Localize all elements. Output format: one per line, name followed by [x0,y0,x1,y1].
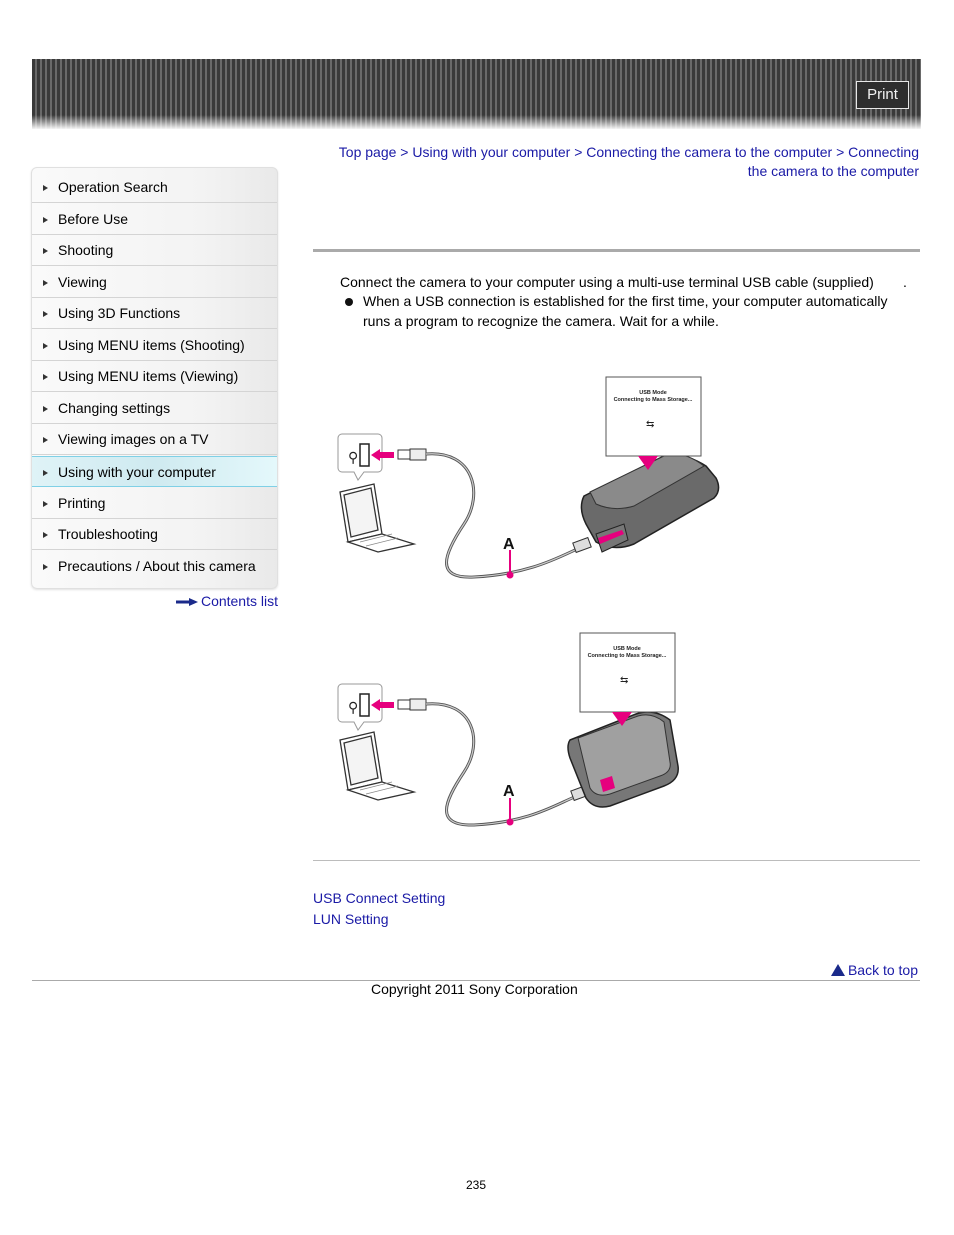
usb-plug-icon [397,698,427,711]
sidebar-nav: Operation Search Before Use Shooting Viewin… [31,167,278,589]
back-to-top-link[interactable]: Back to top [830,962,918,978]
sidebar-item-label: Before Use [58,211,129,227]
sidebar-item-before-use[interactable]: Before Use [32,204,277,235]
page-number: 235 [466,1178,487,1192]
sidebar-item-using-3d-functions[interactable]: Using 3D Functions [32,298,277,329]
note-bullet: When a USB connection is established for… [345,292,905,331]
caret-right-icon [43,343,48,349]
caret-right-icon [43,280,48,286]
print-button[interactable]: Print [856,81,909,109]
screen-usb-mode-text: USB Mode [639,390,667,396]
laptop-icon [339,731,417,801]
caret-right-icon [43,532,48,538]
usb-sync-icon: ⇆ [646,419,654,430]
camera-icon [567,711,679,808]
caret-right-icon [43,185,48,191]
camera-screen-display: USB Mode Connecting to Mass Storage... ⇆ [605,376,702,470]
sidebar-item-label: Using 3D Functions [58,305,181,321]
caret-right-icon [43,437,48,443]
intro-period: . [903,274,907,290]
camera-screen-display: USB Mode Connecting to Mass Storage... ⇆ [579,632,676,726]
related-link-lun-setting[interactable]: LUN Setting [313,911,388,927]
caret-right-icon [43,564,48,570]
breadcrumb: Top page > Using with your computer > Co… [318,143,919,181]
breadcrumb-connecting-section[interactable]: Connecting the camera to the computer [586,144,832,160]
cable-label-a: A [503,536,515,553]
sidebar-item-label: Precautions / About this camera [58,558,256,574]
sidebar-item-using-menu-items-shooting[interactable]: Using MENU items (Shooting) [32,330,277,361]
usb-symbol-icon: ⚲ [348,450,358,466]
breadcrumb-separator: > [400,144,409,160]
camera-icon [580,453,720,553]
sidebar-item-label: Viewing [58,274,107,290]
connection-diagram-2: ⚲ A USB Mode Connecting to Mass Storage.… [334,630,724,832]
note-text: When a USB connection is established for… [363,293,888,329]
breadcrumb-using-with-computer[interactable]: Using with your computer [412,144,570,160]
breadcrumb-top-page[interactable]: Top page [339,144,397,160]
usb-cable [425,452,585,579]
screen-connecting-text: Connecting to Mass Storage... [614,397,693,403]
title-divider [313,249,920,252]
caret-right-icon [43,311,48,317]
breadcrumb-separator: > [836,144,845,160]
sidebar-item-label: Operation Search [58,179,168,195]
usb-port-callout: ⚲ [337,683,394,731]
sidebar-item-using-with-your-computer[interactable]: Using with your computer [32,456,277,487]
sidebar-item-label: Using with your computer [58,464,216,480]
arrow-right-icon [175,593,198,609]
cable-label-a: A [503,783,515,800]
screen-usb-mode-text: USB Mode [613,646,641,652]
screen-connecting-text: Connecting to Mass Storage... [588,653,667,659]
usb-plug-icon [397,448,427,461]
sidebar-item-precautions-about-this-camera[interactable]: Precautions / About this camera [32,551,277,582]
contents-list-link[interactable]: Contents list [175,593,278,609]
sidebar-item-changing-settings[interactable]: Changing settings [32,393,277,424]
usb-port-callout: ⚲ [337,433,394,481]
usb-cable [425,702,583,827]
sidebar-item-printing[interactable]: Printing [32,488,277,519]
sidebar-item-label: Viewing images on a TV [58,431,209,447]
sidebar-item-using-menu-items-viewing[interactable]: Using MENU items (Viewing) [32,361,277,392]
caret-right-icon [43,217,48,223]
sidebar-item-operation-search[interactable]: Operation Search [32,172,277,203]
sidebar-item-troubleshooting[interactable]: Troubleshooting [32,519,277,550]
caret-right-icon [43,406,48,412]
intro-sentence: Connect the camera to your computer usin… [340,274,874,290]
bullet-dot-icon [345,298,353,306]
copyright-text: Copyright 2011 Sony Corporation [371,981,578,997]
contents-list-label: Contents list [200,593,278,609]
sidebar-item-viewing-images-on-a-tv[interactable]: Viewing images on a TV [32,424,277,455]
sidebar-item-label: Troubleshooting [58,526,158,542]
usb-sync-icon: ⇆ [620,675,628,686]
sidebar-item-label: Shooting [58,242,114,258]
caret-right-icon [43,501,48,507]
caret-right-icon [43,470,48,476]
back-to-top-label: Back to top [847,962,918,978]
related-divider [313,860,920,861]
usb-symbol-icon: ⚲ [348,700,358,716]
intro-text: Connect the camera to your computer usin… [340,273,907,292]
caret-right-icon [43,248,48,254]
breadcrumb-separator: > [574,144,583,160]
sidebar-item-label: Using MENU items (Shooting) [58,337,245,353]
header-banner: Print [32,59,921,129]
sidebar-item-label: Using MENU items (Viewing) [58,368,239,384]
related-link-usb-connect-setting[interactable]: USB Connect Setting [313,890,445,906]
triangle-up-icon [830,964,845,976]
sidebar-item-label: Printing [58,495,106,511]
sidebar-item-label: Changing settings [58,400,171,416]
connection-diagram-1: ⚲ A USB Mode Connecting to Mass Storage.… [334,374,724,586]
sidebar-item-shooting[interactable]: Shooting [32,235,277,266]
sidebar-item-viewing[interactable]: Viewing [32,267,277,298]
caret-right-icon [43,374,48,380]
laptop-icon [339,483,417,553]
